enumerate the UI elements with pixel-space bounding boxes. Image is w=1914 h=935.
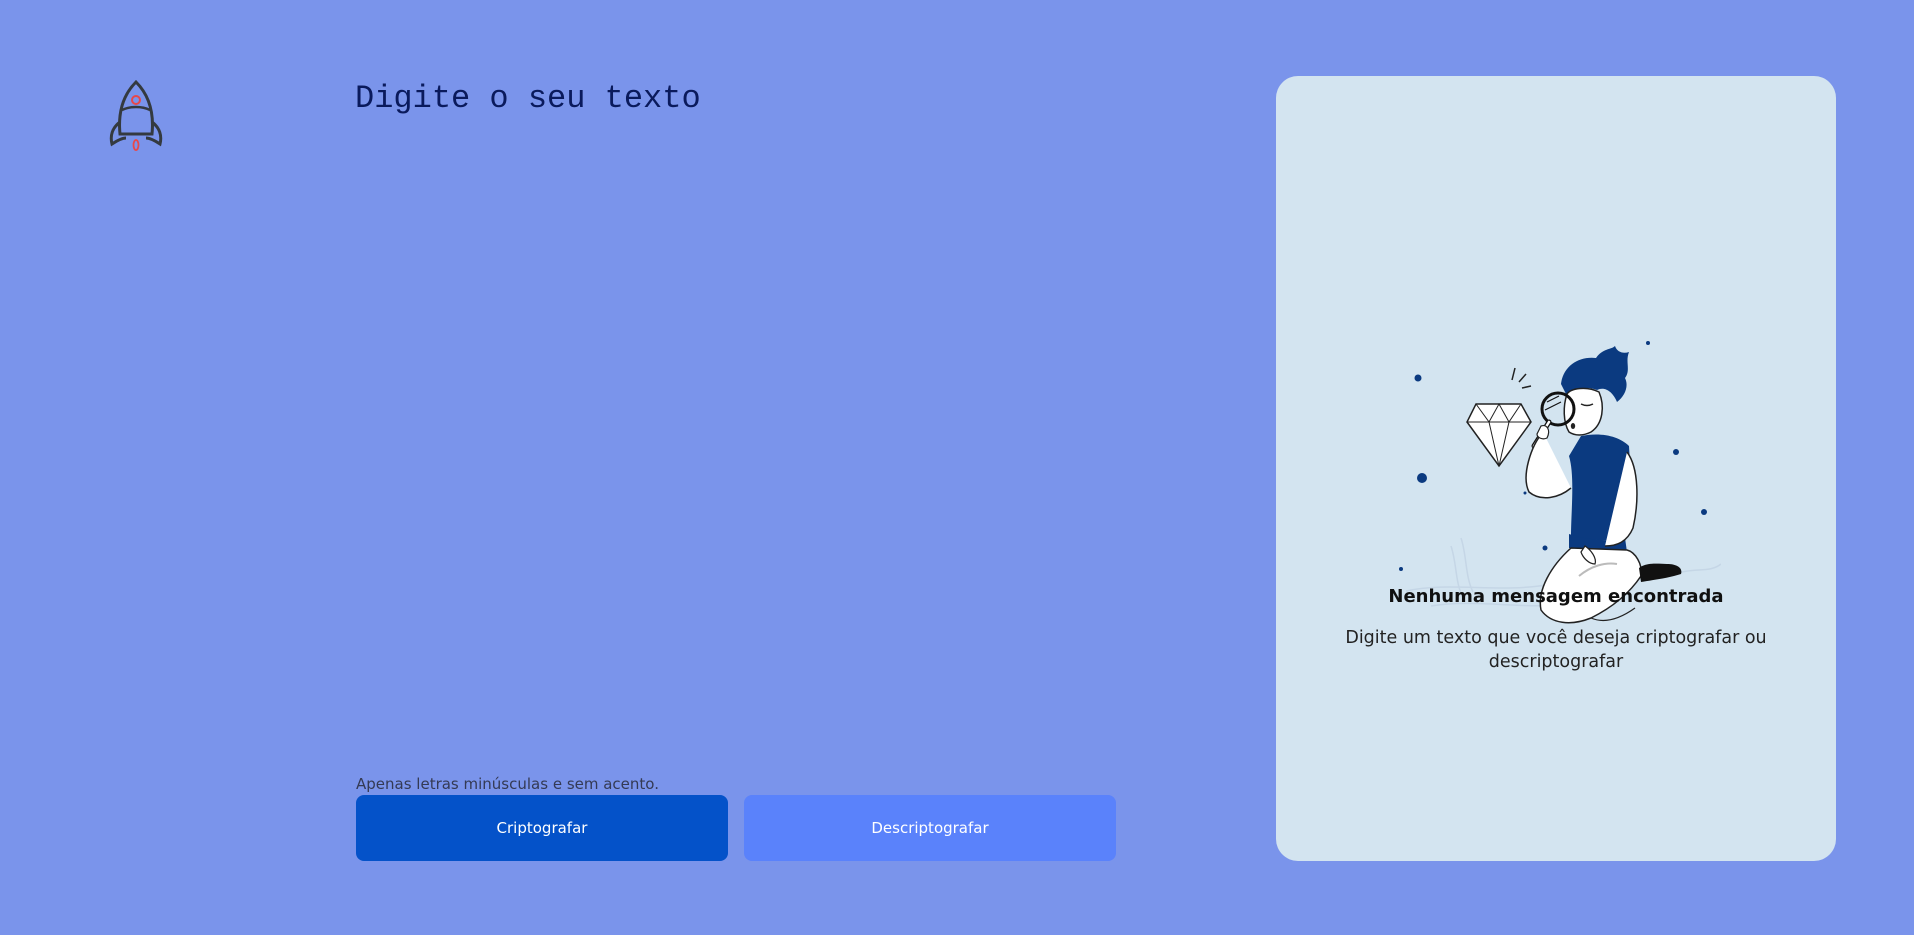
empty-state-description: Digite um texto que você deseja criptogr… [1345,628,1767,672]
output-panel: Nenhuma mensagem encontrada Digite um te… [1276,76,1836,861]
message-input[interactable] [355,80,1115,740]
encrypt-button-label: Criptografar [496,819,588,837]
input-hint: Apenas letras minúsculas e sem acento. [356,775,659,793]
decrypt-button[interactable]: Descriptografar [744,795,1116,861]
empty-state-title: Nenhuma mensagem encontrada [1388,586,1724,607]
decrypt-button-label: Descriptografar [871,819,989,837]
rocket-icon [109,79,163,151]
encrypt-button[interactable]: Criptografar [356,795,728,861]
hint-text: Apenas letras minúsculas e sem acento. [356,775,659,793]
app-page: Apenas letras minúsculas e sem acento. C… [0,0,1914,935]
